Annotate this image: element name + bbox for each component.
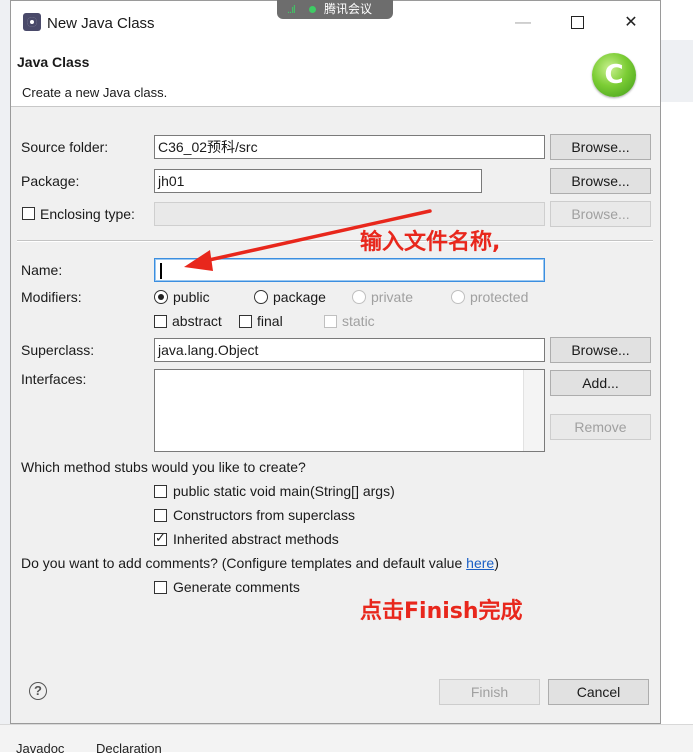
annotation-arrow-head — [184, 250, 213, 271]
annotation-arrow — [184, 209, 432, 271]
annotation-name-hint: 输入文件名称, — [360, 230, 501, 255]
annotation-finish-hint: 点击Finish完成 — [360, 599, 523, 624]
